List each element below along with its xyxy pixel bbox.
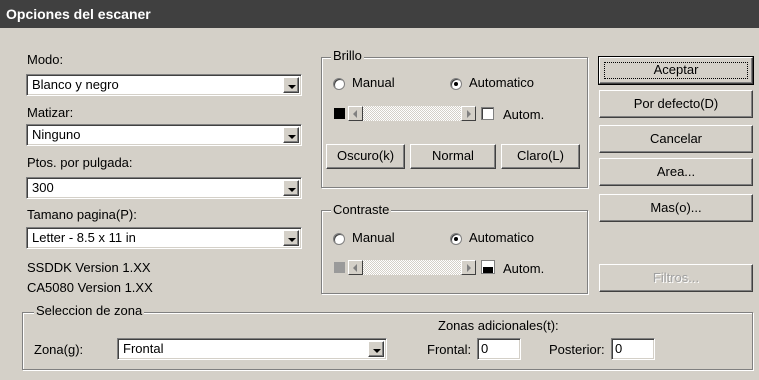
- dark-button[interactable]: Oscuro(k): [326, 144, 405, 169]
- front-label: Frontal:: [427, 342, 472, 357]
- contrast-preview-swatch: [334, 262, 345, 273]
- normal-button-label: Normal: [432, 148, 474, 163]
- mode-combo[interactable]: Blanco y negro: [26, 74, 302, 96]
- contrast-auto-label: Automatico: [469, 230, 535, 245]
- extra-zones-label: Zonas adicionales(t):: [438, 318, 559, 333]
- filters-button[interactable]: Filtros...: [599, 264, 753, 292]
- back-value: 0: [615, 341, 623, 356]
- brightness-preview-swatch: [334, 108, 345, 119]
- version-text-1: SSDDK Version 1.XX: [27, 260, 151, 275]
- dither-value: Ninguno: [32, 127, 81, 142]
- chevron-right-icon[interactable]: [461, 260, 476, 275]
- more-button-label: Mas(o)...: [650, 200, 702, 215]
- brightness-auto-check-label: Autom.: [503, 107, 545, 122]
- contrast-auto-radio[interactable]: [450, 233, 462, 245]
- zone-group-title: Seleccion de zona: [34, 303, 145, 318]
- dpi-combo[interactable]: 300: [26, 177, 302, 199]
- page-size-value: Letter - 8.5 x 11 in: [32, 230, 136, 245]
- contrast-swatch-fill: [483, 267, 493, 273]
- chevron-down-icon[interactable]: [283, 77, 299, 93]
- mode-value: Blanco y negro: [32, 77, 119, 92]
- dither-label: Matizar:: [27, 105, 74, 120]
- chevron-left-icon[interactable]: [348, 260, 363, 275]
- contrast-group: [321, 210, 588, 294]
- dither-combo[interactable]: Ninguno: [26, 124, 302, 146]
- page-size-label: Tamano pagina(P):: [27, 207, 137, 222]
- zone-value: Frontal: [123, 341, 164, 356]
- default-button[interactable]: Por defecto(D): [599, 90, 753, 118]
- contrast-auto-checkbox[interactable]: [481, 260, 495, 274]
- area-button[interactable]: Area...: [599, 158, 753, 186]
- area-button-label: Area...: [656, 164, 696, 179]
- brightness-auto-radio[interactable]: [450, 78, 462, 90]
- chevron-down-icon[interactable]: [283, 230, 299, 246]
- accept-button-label: Aceptar: [653, 62, 699, 77]
- dpi-value: 300: [32, 180, 54, 195]
- brightness-auto-label: Automatico: [469, 75, 535, 90]
- contrast-slider[interactable]: [348, 260, 476, 275]
- light-button[interactable]: Claro(L): [501, 144, 580, 169]
- chevron-right-icon[interactable]: [461, 106, 476, 121]
- dark-button-label: Oscuro(k): [336, 148, 395, 163]
- front-input[interactable]: 0: [477, 338, 521, 360]
- chevron-down-icon[interactable]: [283, 180, 299, 196]
- chevron-down-icon[interactable]: [368, 341, 384, 357]
- cancel-button[interactable]: Cancelar: [599, 125, 753, 153]
- normal-button[interactable]: Normal: [410, 144, 496, 169]
- contrast-manual-radio[interactable]: [333, 233, 345, 245]
- chevron-left-icon[interactable]: [348, 106, 363, 121]
- brightness-slider[interactable]: [348, 106, 476, 121]
- back-label: Posterior:: [549, 342, 605, 357]
- back-input[interactable]: 0: [611, 338, 655, 360]
- mode-label: Modo:: [27, 52, 64, 67]
- contrast-title: Contraste: [331, 202, 392, 217]
- contrast-auto-check-label: Autom.: [503, 261, 545, 276]
- page-size-combo[interactable]: Letter - 8.5 x 11 in: [26, 227, 302, 249]
- default-button-label: Por defecto(D): [633, 96, 719, 111]
- contrast-manual-label: Manual: [352, 230, 395, 245]
- brightness-manual-label: Manual: [352, 75, 395, 90]
- zone-label: Zona(g):: [34, 342, 84, 357]
- dpi-label: Ptos. por pulgada:: [27, 155, 133, 170]
- brightness-manual-radio[interactable]: [333, 78, 345, 90]
- zone-combo[interactable]: Frontal: [117, 338, 387, 360]
- more-button[interactable]: Mas(o)...: [599, 194, 753, 222]
- front-value: 0: [481, 341, 489, 356]
- accept-button[interactable]: Aceptar: [598, 56, 754, 85]
- window-title: Opciones del escaner: [6, 6, 151, 22]
- chevron-down-icon[interactable]: [283, 127, 299, 143]
- brightness-title: Brillo: [331, 48, 364, 63]
- version-text-2: CA5080 Version 1.XX: [27, 280, 153, 295]
- filters-button-label: Filtros...: [652, 270, 700, 285]
- brightness-auto-checkbox[interactable]: [481, 107, 494, 120]
- window-title-bar[interactable]: Opciones del escaner: [0, 0, 759, 28]
- light-button-label: Claro(L): [517, 148, 564, 163]
- cancel-button-label: Cancelar: [649, 131, 703, 146]
